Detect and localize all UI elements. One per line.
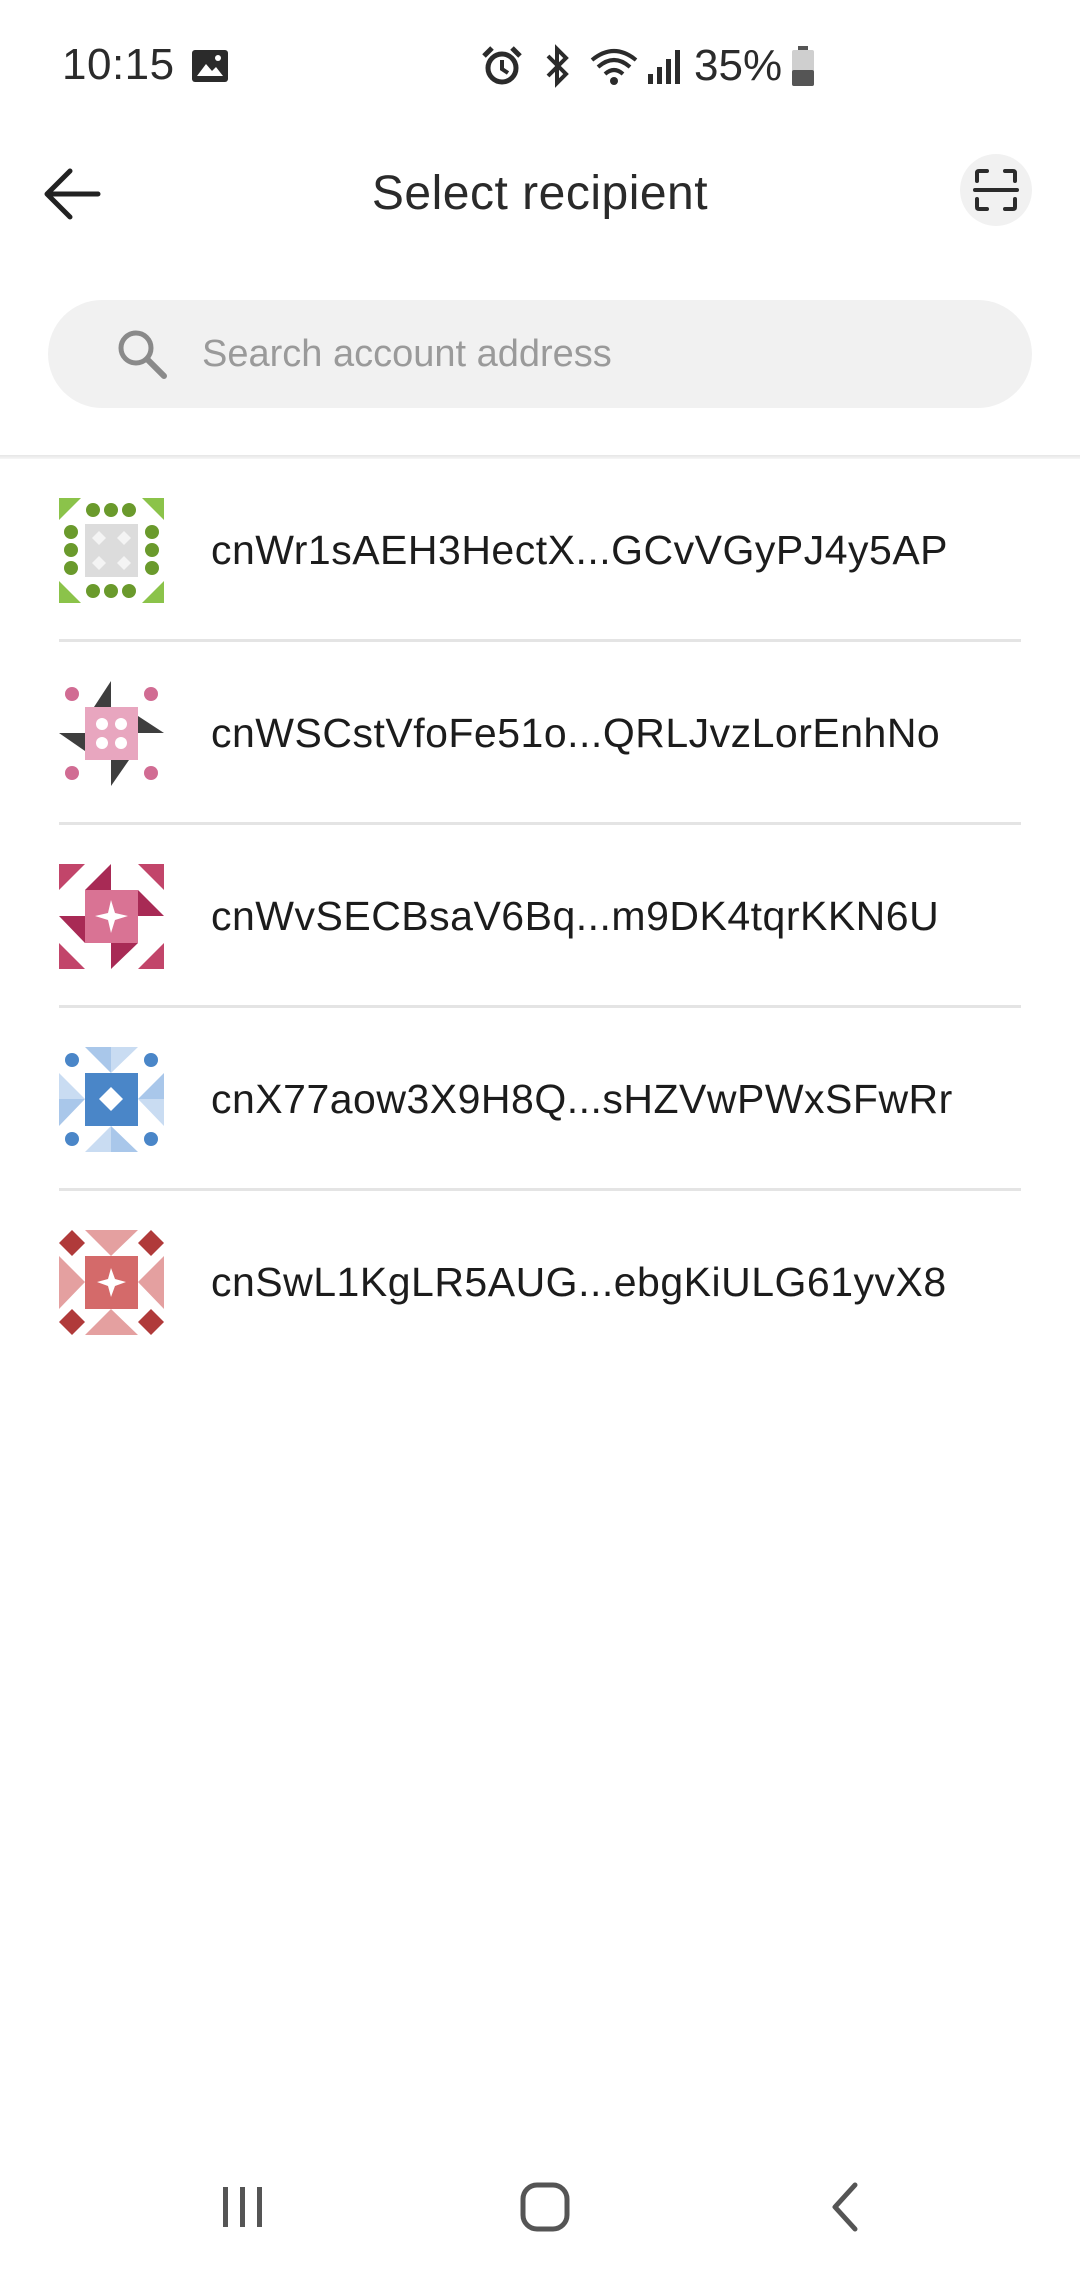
system-back-button[interactable] (802, 2172, 892, 2242)
identicon-green-icon (59, 498, 164, 603)
signal-icon (648, 50, 680, 84)
wifi-icon (590, 49, 638, 85)
account-address: cnWvSECBsaV6Bq...m9DK4tqrKKN6U (211, 893, 940, 939)
identicon-avatar (59, 681, 164, 786)
identicon-avatar (59, 864, 164, 969)
scan-qr-button[interactable] (960, 154, 1032, 226)
account-address: cnWr1sAEH3HectX...GCvVGyPJ4y5AP (211, 527, 949, 573)
page-title: Select recipient (371, 167, 709, 220)
screen: 10:15 35% Select recipient Search accoun… (0, 0, 1080, 2280)
home-button[interactable] (500, 2172, 590, 2242)
home-icon (520, 2182, 570, 2232)
account-address: cnSwL1KgLR5AUG...ebgKiULG61yvX8 (211, 1259, 947, 1305)
scan-qr-icon (973, 169, 1019, 211)
status-bar: 10:15 35% (0, 0, 1080, 130)
identicon-avatar (59, 1230, 164, 1335)
recipient-list: cnWr1sAEH3HectX...GCvVGyPJ4y5AP cnWSCstV… (0, 459, 1080, 1374)
search-input[interactable] (202, 314, 1032, 394)
recent-apps-button[interactable] (198, 2172, 288, 2242)
identicon-magenta-icon (59, 864, 164, 969)
identicon-pink-icon (59, 681, 164, 786)
system-nav-bar (0, 2150, 1080, 2280)
recipient-item[interactable]: cnX77aow3X9H8Q...sHZVwPWxSFwRr (0, 1008, 1080, 1191)
recipient-item[interactable]: cnWvSECBsaV6Bq...m9DK4tqrKKN6U (0, 825, 1080, 1008)
search-box[interactable] (48, 300, 1032, 408)
status-icons: 35% (480, 40, 816, 92)
recipient-item[interactable]: cnSwL1KgLR5AUG...ebgKiULG61yvX8 (0, 1191, 1080, 1374)
identicon-avatar (59, 1047, 164, 1152)
account-address: cnWSCstVfoFe51o...QRLJvzLorEnhNo (211, 710, 941, 756)
search-icon (118, 330, 167, 379)
battery-percentage: 35% (694, 41, 783, 90)
recipient-item[interactable]: cnWSCstVfoFe51o...QRLJvzLorEnhNo (0, 642, 1080, 825)
recent-apps-icon (223, 2187, 262, 2227)
identicon-avatar (59, 498, 164, 603)
alarm-icon (482, 46, 522, 85)
status-time: 10:15 (62, 40, 175, 89)
header: Select recipient (0, 140, 1080, 250)
identicon-blue-icon (59, 1047, 164, 1152)
bluetooth-icon (546, 44, 569, 88)
identicon-red-icon (59, 1230, 164, 1335)
back-icon (832, 2182, 858, 2232)
account-address: cnX77aow3X9H8Q...sHZVwPWxSFwRr (211, 1076, 953, 1122)
battery-icon (792, 46, 815, 86)
gallery-icon (192, 50, 228, 82)
recipient-item[interactable]: cnWr1sAEH3HectX...GCvVGyPJ4y5AP (0, 459, 1080, 642)
